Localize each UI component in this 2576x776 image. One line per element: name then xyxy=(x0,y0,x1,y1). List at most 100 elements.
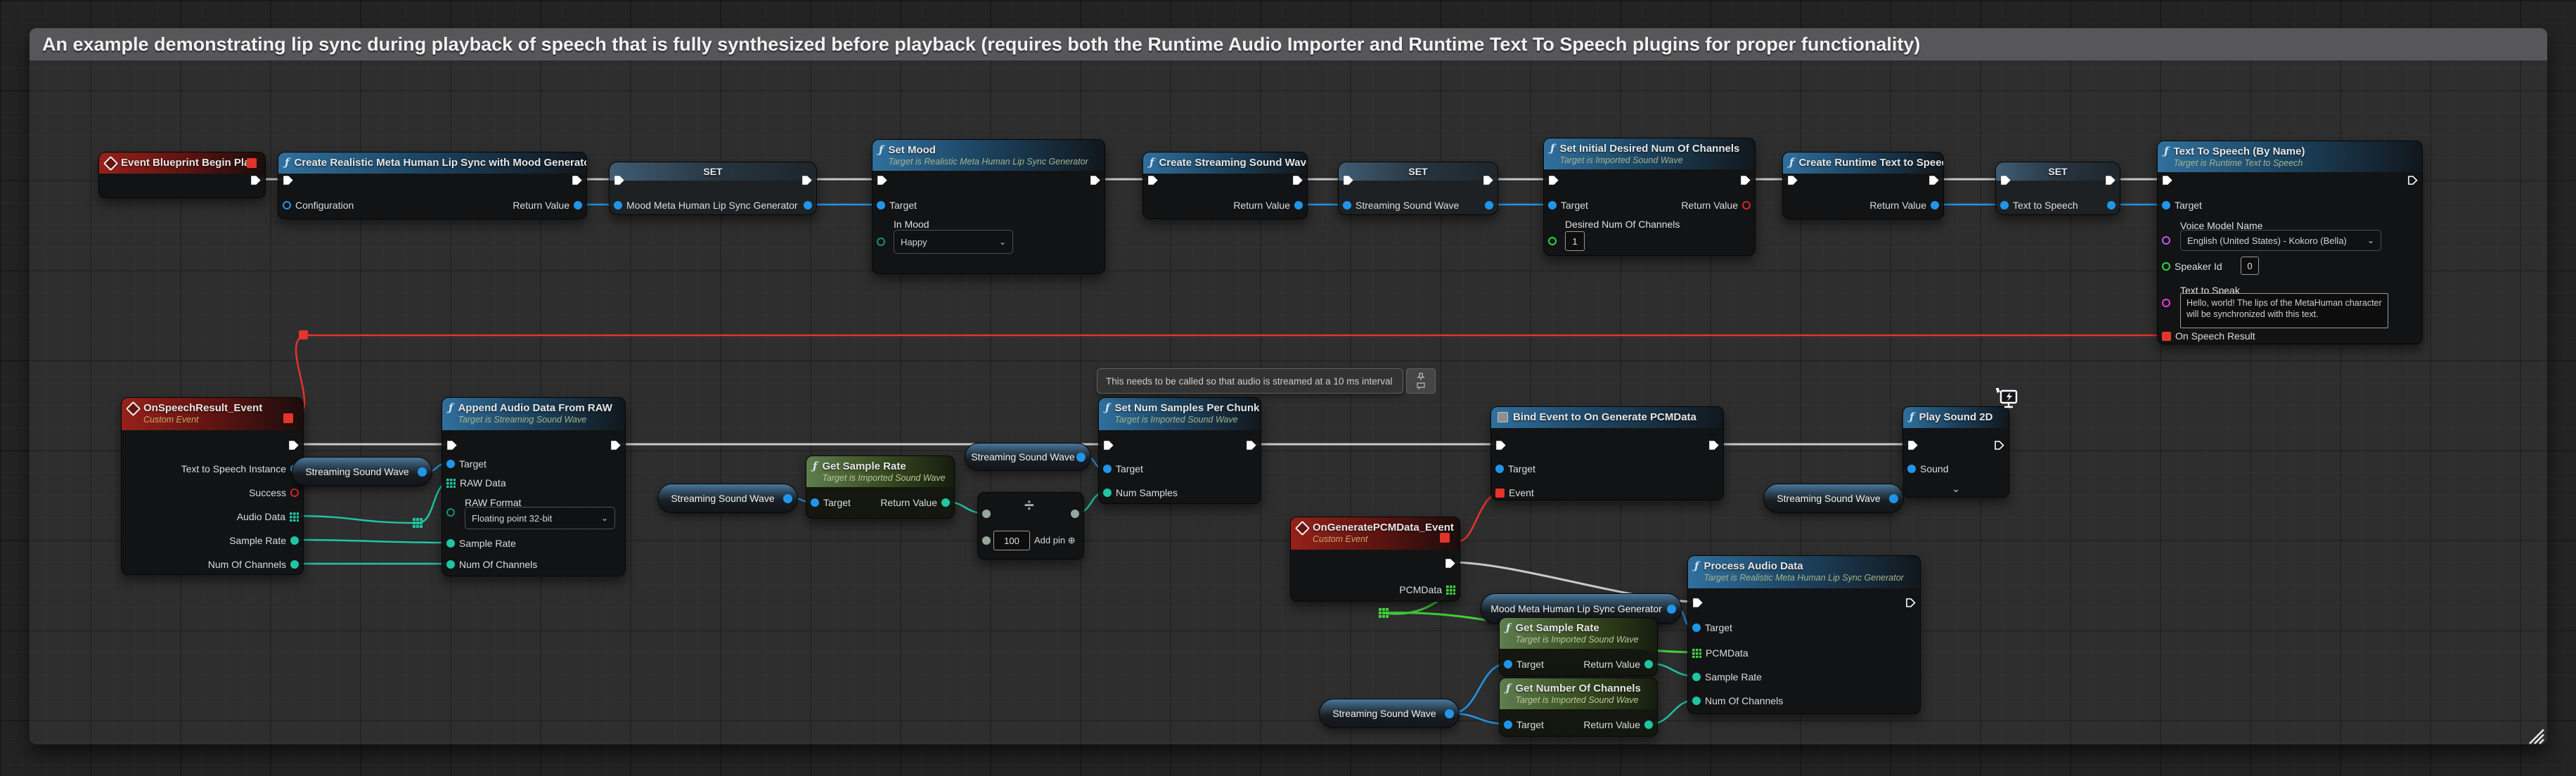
set-mood[interactable]: ƒ Set MoodTarget is Realistic Meta Human… xyxy=(872,139,1105,274)
data-pin-icon[interactable] xyxy=(1495,465,1504,473)
set-initial-desired-num-channels[interactable]: ƒ Set Initial Desired Num Of ChannelsTar… xyxy=(1543,138,1756,256)
exec-pin-icon[interactable] xyxy=(1103,440,1114,451)
exec-pin-icon[interactable] xyxy=(1495,440,1506,451)
exec-pin-icon[interactable] xyxy=(2000,175,2011,186)
exec-pin-icon[interactable] xyxy=(1147,175,1158,186)
PCMData-pin[interactable]: PCMData xyxy=(1399,583,1455,596)
Return Value-pin[interactable]: Return Value xyxy=(880,496,950,509)
exec-pin-icon[interactable] xyxy=(1787,175,1798,186)
expand-node-chevron[interactable]: ⌄ xyxy=(1903,483,2009,495)
Target-pin[interactable]: Target xyxy=(1504,718,1544,731)
data-pin-icon[interactable] xyxy=(1485,201,1493,209)
Success-pin[interactable]: Success xyxy=(249,486,299,499)
divisor-value[interactable]: 100 xyxy=(993,531,1030,550)
exec-pin-icon[interactable] xyxy=(1692,597,1703,608)
node-header[interactable]: ƒ Get Sample RateTarget is Imported Soun… xyxy=(806,456,954,487)
exec-pin-icon[interactable] xyxy=(877,175,887,186)
exec-pin-icon[interactable] xyxy=(1905,597,1916,608)
data-pin-icon[interactable] xyxy=(804,201,812,209)
cir-pin[interactable] xyxy=(804,199,812,212)
Target-pin[interactable]: Target xyxy=(1495,463,1535,475)
get-sample-rate-2[interactable]: ƒ Get Sample RateTarget is Imported Soun… xyxy=(1499,617,1658,676)
exec-pin-icon[interactable] xyxy=(1246,440,1256,451)
delegate-badge[interactable] xyxy=(1440,533,1450,543)
get-number-of-channels[interactable]: ƒ Get Number Of ChannelsTarget is Import… xyxy=(1499,678,1658,737)
exec-pin-icon[interactable] xyxy=(283,175,293,186)
Speaker Id-pin[interactable]: Speaker Id xyxy=(2162,260,2222,273)
cir-pin[interactable] xyxy=(982,507,991,520)
data-pin-icon[interactable] xyxy=(446,508,455,517)
blueprint-graph-canvas[interactable]: An example demonstrating lip sync during… xyxy=(0,0,2576,776)
exec-pin[interactable] xyxy=(2105,174,2115,186)
exec-pin-icon[interactable] xyxy=(250,175,261,186)
exec-pin-icon[interactable] xyxy=(1343,175,1353,186)
data-pin-icon[interactable] xyxy=(614,201,622,209)
exec-pin[interactable] xyxy=(1483,174,1493,186)
RAW Data-pin[interactable]: RAW Data xyxy=(446,477,506,489)
raw-format-dropdown[interactable]: Floating point 32-bit⌄ xyxy=(465,507,615,529)
Audio Data-pin[interactable]: Audio Data xyxy=(237,510,299,523)
exec-pin[interactable] xyxy=(1292,174,1303,186)
exec-pin-icon[interactable] xyxy=(288,440,299,451)
create-lipsync-generator[interactable]: ƒ Create Realistic Meta Human Lip Sync w… xyxy=(278,152,587,219)
data-pin-icon[interactable] xyxy=(1644,660,1653,668)
exec-pin-icon[interactable] xyxy=(446,440,457,451)
reroute-node[interactable] xyxy=(1379,608,1389,621)
variable-out-pin[interactable] xyxy=(1889,494,1898,503)
array-pin-icon[interactable] xyxy=(290,512,299,522)
exec-pin-icon[interactable] xyxy=(801,175,812,186)
delegate-badge[interactable] xyxy=(247,158,257,168)
data-pin-icon[interactable] xyxy=(283,201,291,209)
exec-pin-icon[interactable] xyxy=(1907,440,1918,451)
Target-pin[interactable]: Target xyxy=(877,199,917,212)
data-pin-icon[interactable] xyxy=(1742,201,1751,209)
exec-pin-icon[interactable] xyxy=(614,175,624,186)
Num Samples-pin[interactable]: Num Samples xyxy=(1103,486,1178,499)
exec-pin[interactable] xyxy=(610,439,621,451)
exec-pin-icon[interactable] xyxy=(1090,175,1100,186)
data-pin-icon[interactable] xyxy=(1548,237,1557,245)
bind-event-to-on-generate-pcmdata[interactable]: Bind Event to On Generate PCMData Target… xyxy=(1490,406,1724,500)
Target-pin[interactable]: Target xyxy=(1504,658,1544,671)
exec-pin-icon[interactable] xyxy=(1445,558,1455,569)
node-header[interactable]: ƒ Text To Speech (By Name)Target is Runt… xyxy=(2158,141,2422,172)
Target-pin[interactable]: Target xyxy=(1692,621,1732,634)
exec-pin[interactable] xyxy=(2407,174,2418,186)
node-header[interactable]: ƒ Create Streaming Sound Wave xyxy=(1143,153,1307,174)
exec-pin[interactable] xyxy=(1246,439,1256,451)
exec-pin[interactable] xyxy=(1905,596,1916,609)
variable-out-pin[interactable] xyxy=(1445,709,1454,718)
exec-pin[interactable] xyxy=(1147,174,1158,186)
note-controls[interactable] xyxy=(1406,368,1436,394)
exec-pin[interactable] xyxy=(2162,174,2172,186)
exec-pin[interactable] xyxy=(1907,439,1918,451)
on-speech-result-event[interactable]: OnSpeechResult_EventCustom Event Text to… xyxy=(121,397,304,575)
Mood Meta Human Lip Sync Generator-pin[interactable]: Mood Meta Human Lip Sync Generator xyxy=(614,199,798,212)
add-pin-button[interactable]: Add pin ⊕ xyxy=(1034,535,1076,546)
Text to Speech Instance-pin[interactable]: Text to Speech Instance xyxy=(181,463,299,475)
node-header[interactable]: Event Blueprint Begin Play xyxy=(99,153,265,174)
set-text-to-speech-var[interactable]: SET Text to Speech xyxy=(1995,162,2120,215)
data-pin-icon[interactable] xyxy=(2107,201,2115,209)
On Speech Result-pin[interactable]: On Speech Result xyxy=(2162,330,2255,342)
in-mood-dropdown[interactable]: Happy⌄ xyxy=(894,230,1013,254)
event-begin-play[interactable]: Event Blueprint Begin Play xyxy=(98,152,266,198)
array-pin-icon[interactable] xyxy=(446,479,456,488)
reroute-node[interactable] xyxy=(299,330,308,340)
data-pin-icon[interactable] xyxy=(574,201,582,209)
data-pin-icon[interactable] xyxy=(1692,623,1701,632)
exec-pin-icon[interactable] xyxy=(1740,175,1751,186)
streaming-sound-wave-getter-5[interactable]: Streaming Sound Wave xyxy=(1319,699,1460,728)
node-header[interactable]: ƒ Set MoodTarget is Realistic Meta Human… xyxy=(872,140,1105,171)
variable-out-pin[interactable] xyxy=(1667,604,1676,614)
exec-pin-icon[interactable] xyxy=(2407,175,2418,186)
exec-pin[interactable] xyxy=(1708,439,1719,451)
Return Value-pin[interactable]: Return Value xyxy=(513,199,582,212)
exec-pin[interactable] xyxy=(288,439,299,451)
data-pin-icon[interactable] xyxy=(1294,201,1303,209)
delegate-pin-icon[interactable] xyxy=(1495,489,1505,498)
cir-pin[interactable] xyxy=(1485,199,1493,212)
create-streaming-sound-wave[interactable]: ƒ Create Streaming Sound Wave Return Val… xyxy=(1142,152,1308,219)
data-pin-icon[interactable] xyxy=(1343,201,1351,209)
data-pin-icon[interactable] xyxy=(877,201,885,209)
